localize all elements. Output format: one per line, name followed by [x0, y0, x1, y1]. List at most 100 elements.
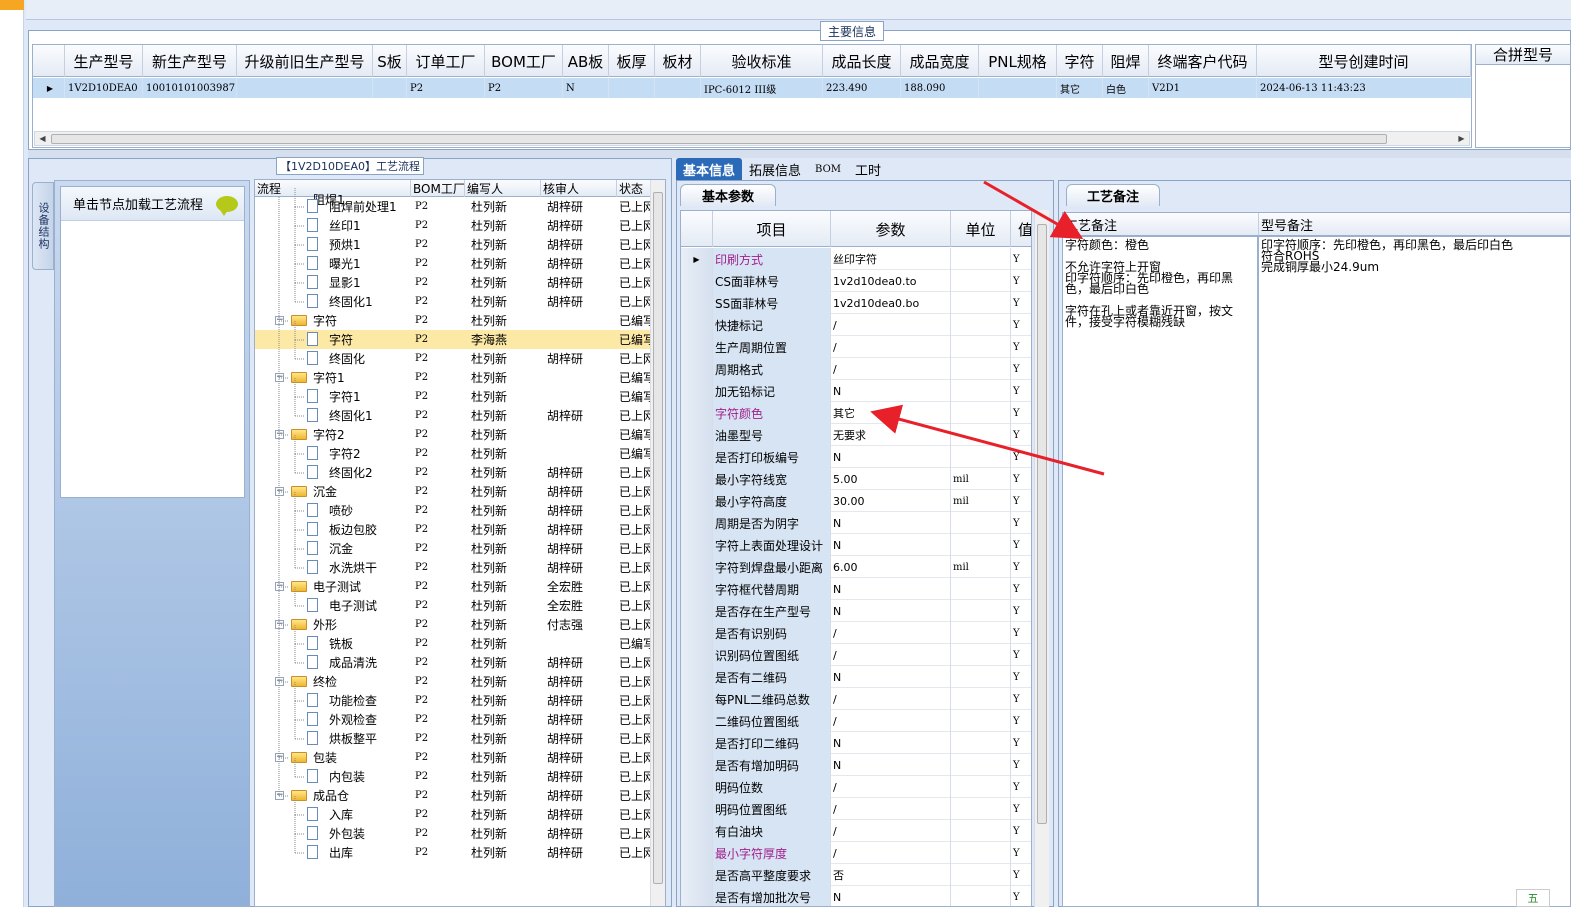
- tree-row[interactable]: 铣板 P2 杜列新 已编写: [255, 634, 651, 653]
- tree-node[interactable]: − 沉金: [255, 482, 411, 501]
- tree-row[interactable]: 内包装 P2 杜列新 胡梓研 已上网: [255, 767, 651, 786]
- tree-row[interactable]: 出库 P2 杜列新 胡梓研 已上网: [255, 843, 651, 862]
- param-row-header[interactable]: [681, 798, 713, 820]
- param-value[interactable]: /: [831, 644, 951, 666]
- param-value[interactable]: /: [831, 776, 951, 798]
- tree-node[interactable]: − 包装: [255, 748, 411, 767]
- param-row-header[interactable]: [681, 688, 713, 710]
- main-grid-row[interactable]: ▶ 1V2D10DEA0 10010101003987 P2 P2 N IPC-6012 I…: [33, 78, 1471, 98]
- tree-node[interactable]: 外包装: [255, 824, 411, 843]
- cell[interactable]: [655, 78, 701, 98]
- param-value[interactable]: /: [831, 710, 951, 732]
- process-notes-tab[interactable]: 工艺备注: [1066, 184, 1160, 206]
- param-row[interactable]: 是否打印板编号 N Y: [681, 446, 1031, 468]
- params-vscroll-thumb[interactable]: [1037, 224, 1047, 824]
- param-row-header[interactable]: [681, 358, 713, 380]
- equipment-structure-tab[interactable]: 设备结构: [32, 182, 54, 270]
- main-grid-hscroll[interactable]: ◀ ▶: [34, 131, 1470, 146]
- param-row[interactable]: 最小字符厚度 / Y: [681, 842, 1031, 864]
- tab-0[interactable]: 基本信息: [676, 158, 743, 180]
- hscroll-thumb[interactable]: [51, 134, 1387, 144]
- tree-node[interactable]: 出库: [255, 843, 411, 862]
- param-row-header[interactable]: [681, 886, 713, 906]
- column-header[interactable]: 验收标准: [701, 45, 823, 77]
- param-value[interactable]: 5.00: [831, 468, 951, 490]
- tree-row[interactable]: 预烘1 P2 杜列新 胡梓研 已上网: [255, 235, 651, 254]
- tree-row[interactable]: 水洗烘干 P2 杜列新 胡梓研 已上网: [255, 558, 651, 577]
- param-row[interactable]: 每PNL二维码总数 / Y: [681, 688, 1031, 710]
- param-value[interactable]: N: [831, 666, 951, 688]
- param-row[interactable]: 有白油块 / Y: [681, 820, 1031, 842]
- tree-row[interactable]: 显影1 P2 杜列新 胡梓研 已上网: [255, 273, 651, 292]
- tree-row[interactable]: 沉金 P2 杜列新 胡梓研 已上网: [255, 539, 651, 558]
- collapse-icon[interactable]: −: [275, 316, 284, 325]
- tree-row[interactable]: − 包装 P2 杜列新 胡梓研 已上网: [255, 748, 651, 767]
- param-row[interactable]: 是否高平整度要求否 Y: [681, 864, 1031, 886]
- column-header[interactable]: PNL规格: [979, 45, 1057, 77]
- cell[interactable]: N: [563, 78, 609, 98]
- param-value[interactable]: N: [831, 732, 951, 754]
- cell[interactable]: 1V2D10DEA0: [65, 78, 143, 98]
- column-header[interactable]: 板厚: [609, 45, 655, 77]
- collapse-icon[interactable]: −: [275, 677, 284, 686]
- param-value[interactable]: N: [831, 446, 951, 468]
- param-row[interactable]: 周期是否为阴字 N Y: [681, 512, 1031, 534]
- tree-node[interactable]: 终固化2: [255, 463, 411, 482]
- tree-node[interactable]: 显影1: [255, 273, 411, 292]
- param-row-header[interactable]: [681, 710, 713, 732]
- tree-node[interactable]: 字符2: [255, 444, 411, 463]
- param-value[interactable]: 无要求: [831, 424, 951, 446]
- param-value[interactable]: /: [831, 622, 951, 644]
- param-row-header[interactable]: [681, 842, 713, 864]
- column-header[interactable]: 成品长度: [823, 45, 901, 77]
- collapse-icon[interactable]: −: [275, 430, 284, 439]
- tree-row[interactable]: 外包装 P2 杜列新 胡梓研 已上网: [255, 824, 651, 843]
- tree-row[interactable]: 电子测试 P2 杜列新 全宏胜 已上网: [255, 596, 651, 615]
- tree-row[interactable]: − 外形 P2 杜列新 付志强 已上网: [255, 615, 651, 634]
- cell[interactable]: 188.090: [901, 78, 979, 98]
- tree-row[interactable]: − 沉金 P2 杜列新 胡梓研 已上网: [255, 482, 651, 501]
- param-value[interactable]: 丝印字符: [831, 248, 951, 270]
- param-row[interactable]: ▶ 印刷方式 丝印字符 Y: [681, 248, 1031, 270]
- param-row[interactable]: 周期格式 / Y: [681, 358, 1031, 380]
- tree-node[interactable]: 入库: [255, 805, 411, 824]
- column-header[interactable]: BOM工厂: [485, 45, 563, 77]
- tree-row[interactable]: 字符1 P2 杜列新 已编写: [255, 387, 651, 406]
- param-row-header[interactable]: [681, 600, 713, 622]
- process-vscroll-thumb[interactable]: [653, 192, 663, 884]
- params-vscroll[interactable]: [1034, 210, 1049, 907]
- param-row-header[interactable]: [681, 820, 713, 842]
- tab-1[interactable]: 拓展信息: [742, 158, 808, 180]
- tree-row[interactable]: 板边包胶 P2 杜列新 胡梓研 已上网: [255, 520, 651, 539]
- column-header[interactable]: 终端客户代码: [1149, 45, 1257, 77]
- tree-row[interactable]: − 字符 P2 杜列新 已编写: [255, 311, 651, 330]
- tree-row[interactable]: 终固化 P2 杜列新 胡梓研 已上网: [255, 349, 651, 368]
- tree-node[interactable]: 电子测试: [255, 596, 411, 615]
- tree-row[interactable]: − 电子测试 P2 杜列新 全宏胜 已上网: [255, 577, 651, 596]
- param-value[interactable]: N: [831, 512, 951, 534]
- param-row-header[interactable]: [681, 776, 713, 798]
- load-process-box[interactable]: 单击节点加载工艺流程: [60, 186, 245, 498]
- param-row-header[interactable]: [681, 622, 713, 644]
- scroll-left-icon[interactable]: ◀: [35, 132, 50, 145]
- cell[interactable]: [237, 78, 373, 98]
- tree-node[interactable]: 铣板: [255, 634, 411, 653]
- param-row[interactable]: 快捷标记 / Y: [681, 314, 1031, 336]
- collapse-icon[interactable]: −: [275, 791, 284, 800]
- param-row[interactable]: 字符到焊盘最小距离 6.00 mil Y: [681, 556, 1031, 578]
- column-header[interactable]: S板: [373, 45, 407, 77]
- tree-row[interactable]: 终固化2 P2 杜列新 胡梓研 已上网: [255, 463, 651, 482]
- param-row-header[interactable]: [681, 490, 713, 512]
- cell[interactable]: V2D1: [1149, 78, 1257, 98]
- params-column-header[interactable]: 值: [1011, 211, 1031, 247]
- params-column-header[interactable]: 项目: [713, 211, 831, 247]
- tree-node[interactable]: 内包装: [255, 767, 411, 786]
- tree-node[interactable]: 预烘1: [255, 235, 411, 254]
- param-row[interactable]: 字符颜色 其它 Y: [681, 402, 1031, 424]
- param-value[interactable]: /: [831, 842, 951, 864]
- tree-node[interactable]: 终固化1: [255, 292, 411, 311]
- param-row[interactable]: 明码位数 / Y: [681, 776, 1031, 798]
- row-indicator[interactable]: ▶: [33, 78, 65, 98]
- param-row-header[interactable]: [681, 402, 713, 424]
- param-row[interactable]: SS面菲林号 1v2d10dea0.bo Y: [681, 292, 1031, 314]
